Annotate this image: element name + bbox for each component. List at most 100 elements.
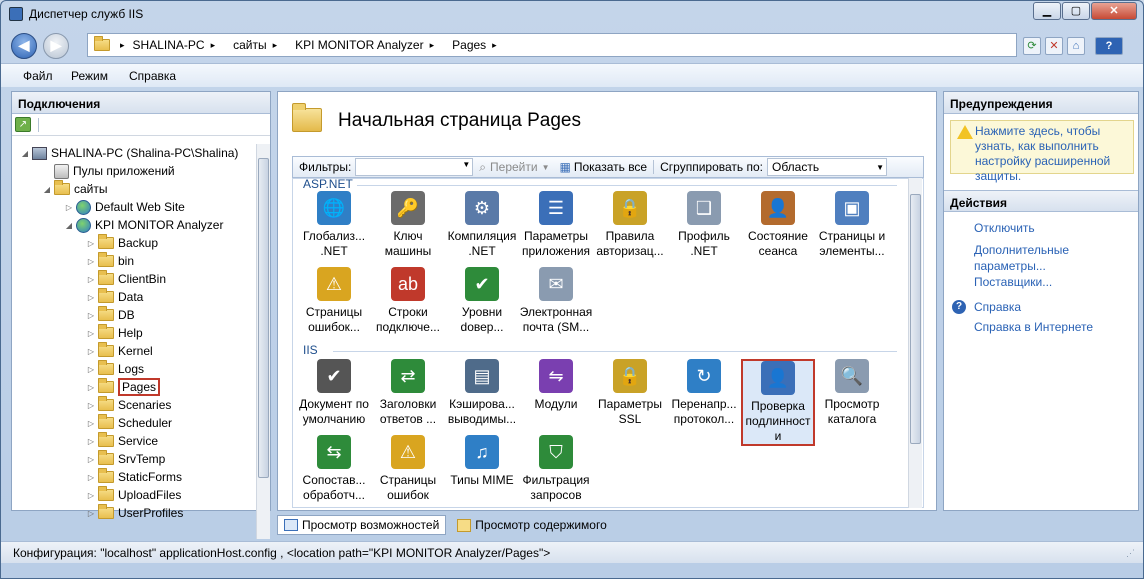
menu-help[interactable]: Справка [129, 69, 176, 83]
feature-item[interactable]: ⚠ Страницы ошибок [371, 435, 445, 503]
expander-icon[interactable]: ▷ [86, 437, 96, 446]
tree-node[interactable]: ▷ Backup [86, 234, 158, 252]
back-button[interactable]: ◀ [11, 33, 37, 59]
tree-node[interactable]: ▷ UploadFiles [86, 486, 181, 504]
crumb-sep-icon[interactable]: ▸ [120, 40, 125, 51]
tree-node[interactable]: ◢ сайты [42, 180, 108, 198]
tree-node[interactable]: ▷ Default Web Site [64, 198, 185, 216]
tree-node[interactable]: ▷ Help [86, 324, 143, 342]
expander-icon[interactable]: ▷ [86, 509, 96, 518]
help-action[interactable]: Справка [974, 299, 1021, 315]
tree-scrollbar[interactable] [256, 144, 270, 539]
feature-item[interactable]: ♫ Типы MIME [445, 435, 519, 488]
breadcrumb-site[interactable]: KPI MONITOR Analyzer ▸ [295, 38, 444, 52]
feature-item[interactable]: ⇋ Модули [519, 359, 593, 412]
features-scrollbar[interactable] [908, 178, 922, 508]
forward-button[interactable]: ▶ [43, 33, 69, 59]
refresh-icon[interactable]: ⟳ [1023, 37, 1041, 55]
expander-icon[interactable]: ▷ [86, 257, 96, 266]
expander-icon[interactable]: ▷ [86, 311, 96, 320]
expander-icon[interactable]: ◢ [20, 149, 30, 158]
crumb-sep-icon[interactable]: ▸ [430, 40, 435, 51]
feature-item[interactable]: 👤 Проверка подлинност и [741, 359, 815, 446]
alert-box[interactable]: Нажмите здесь, чтобы узнать, как выполни… [950, 120, 1134, 183]
expander-icon[interactable]: ▷ [86, 365, 96, 374]
chevron-down-icon[interactable]: ▼ [462, 160, 470, 169]
disable-action[interactable]: Отключить [974, 220, 1035, 236]
expander-icon[interactable]: ▷ [86, 401, 96, 410]
expander-icon[interactable]: ▷ [86, 455, 96, 464]
feature-item[interactable]: ⇄ Заголовки ответов ... [371, 359, 445, 427]
expander-icon[interactable]: ◢ [42, 185, 52, 194]
feature-item[interactable]: ☰ Параметры приложения [519, 191, 593, 259]
feature-item[interactable]: ⛉ Фильтрация запросов [519, 435, 593, 503]
filter-input[interactable]: ▼ [355, 158, 474, 176]
chevron-down-icon[interactable]: ▼ [876, 160, 884, 176]
tree-node[interactable]: ▷ SrvTemp [86, 450, 165, 468]
tree-scroll-thumb[interactable] [258, 158, 269, 478]
go-button[interactable]: Перейти [490, 160, 538, 174]
tree-node[interactable]: ▷ DB [86, 306, 135, 324]
tab-content-view[interactable]: Просмотр содержимого [450, 515, 613, 535]
feature-item[interactable]: 🔍 Просмотр каталога [815, 359, 889, 427]
expander-icon[interactable]: ▷ [86, 239, 96, 248]
tree-node[interactable]: ▷ StaticForms [86, 468, 182, 486]
minimize-button[interactable]: ▁ [1033, 2, 1061, 20]
home-icon[interactable]: ⌂ [1067, 37, 1085, 55]
tree-node[interactable]: ▷ Scenaries [86, 396, 171, 414]
alert-link[interactable]: Нажмите здесь, чтобы узнать, как выполни… [975, 124, 1131, 184]
feature-item[interactable]: ❑ Профиль .NET [667, 191, 741, 259]
crumb-sep-icon[interactable]: ▸ [492, 40, 497, 51]
tree-node-server[interactable]: ◢ SHALINA-PC (Shalina-PC\Shalina) [20, 144, 238, 162]
expander-icon[interactable]: ▷ [86, 329, 96, 338]
feature-item[interactable]: 🔒 Параметры SSL [593, 359, 667, 427]
tree-node[interactable]: ▷ ClientBin [86, 270, 166, 288]
close-button[interactable]: ✕ [1091, 2, 1137, 20]
expander-icon[interactable]: ▷ [86, 473, 96, 482]
expander-icon[interactable]: ▷ [86, 275, 96, 284]
feature-item[interactable]: ⇆ Сопостав... обработч... [297, 435, 371, 503]
tree-node[interactable]: ▷ Logs [86, 360, 144, 378]
breadcrumb-pages[interactable]: Pages ▸ [452, 38, 507, 52]
tree-node[interactable]: ▷ bin [86, 252, 134, 270]
feature-item[interactable]: 🌐 Глобализ... .NET [297, 191, 371, 259]
feature-item[interactable]: ✔ Уровни dовер... [445, 267, 519, 335]
features-scroll-thumb[interactable] [910, 194, 921, 444]
feature-item[interactable]: ▤ Кэширова... выводимы... [445, 359, 519, 427]
feature-item[interactable]: ✔ Документ по умолчанию [297, 359, 371, 427]
advanced-settings-action[interactable]: Дополнительные параметры... [974, 242, 1124, 274]
show-all-button[interactable]: Показать все [574, 160, 647, 174]
help-icon[interactable]: ? [1095, 37, 1123, 55]
online-help-action[interactable]: Справка в Интернете [974, 319, 1093, 335]
menu-view[interactable]: Режим [71, 69, 108, 83]
expander-icon[interactable]: ▷ [64, 203, 74, 212]
feature-item[interactable]: ⚠ Страницы ошибок... [297, 267, 371, 335]
stop-icon[interactable]: ✕ [1045, 37, 1063, 55]
tree-node[interactable]: ▷ Data [86, 288, 143, 306]
chevron-down-icon[interactable]: ▼ [542, 163, 550, 172]
expander-icon[interactable]: ▷ [86, 491, 96, 500]
breadcrumb-server[interactable]: SHALINA-PC ▸ [133, 38, 226, 52]
group-by-select[interactable]: Область ▼ [766, 158, 887, 176]
resize-grip-icon[interactable]: ⋰ [1126, 548, 1135, 559]
expander-icon[interactable]: ▷ [86, 347, 96, 356]
feature-item[interactable]: ✉ Электронная почта (SM... [519, 267, 593, 335]
providers-action[interactable]: Поставщики... [974, 274, 1052, 290]
expander-icon[interactable]: ▷ [86, 419, 96, 428]
expander-icon[interactable]: ▷ [86, 293, 96, 302]
breadcrumb-sites[interactable]: сайты ▸ [233, 38, 287, 52]
tree-node[interactable]: ▷ Service [86, 432, 158, 450]
expander-icon[interactable]: ◢ [64, 221, 74, 230]
feature-item[interactable]: ↻ Перенапр... протокол... [667, 359, 741, 427]
tree-node[interactable]: ▷ UserProfiles [86, 504, 183, 522]
tab-features-view[interactable]: Просмотр возможностей [277, 515, 447, 535]
feature-item[interactable]: ⚙ Компиляция .NET [445, 191, 519, 259]
menu-file[interactable]: Файл [23, 69, 53, 83]
tree-node[interactable]: ▷ Scheduler [86, 414, 172, 432]
maximize-button[interactable]: ▢ [1062, 2, 1090, 20]
connect-icon[interactable]: ↗ [15, 117, 31, 132]
crumb-sep-icon[interactable]: ▸ [211, 40, 216, 51]
feature-item[interactable]: ▣ Страницы и элементы... [815, 191, 889, 259]
feature-item[interactable]: 🔒 Правила авторизац... [593, 191, 667, 259]
address-bar[interactable]: ▸ SHALINA-PC ▸ сайты ▸ KPI MONITOR Analyze… [87, 33, 1017, 57]
